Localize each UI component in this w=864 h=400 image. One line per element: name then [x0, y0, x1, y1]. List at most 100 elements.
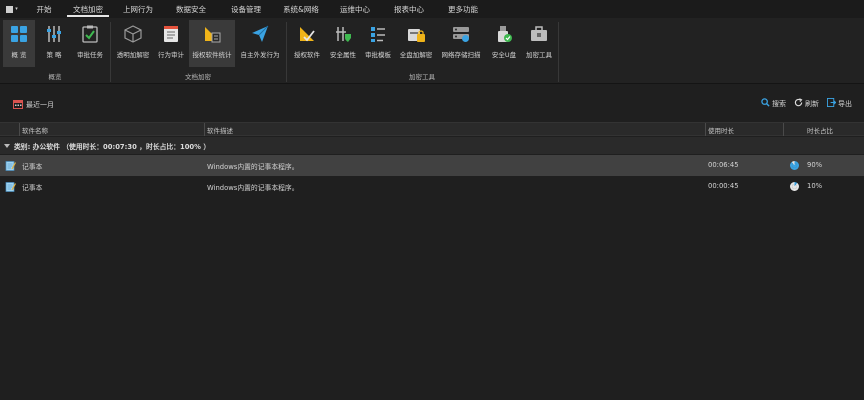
row-usage-duration: 00:06:45	[708, 161, 739, 169]
ribbon: 概 览 策 略 审批任务 概览 透明加解密 行为审计 授权软件统计 自主外发行为…	[0, 18, 864, 84]
group-label-encryption-tools: 加密工具	[409, 73, 435, 81]
approval-task-button[interactable]: 审批任务	[73, 20, 107, 67]
full-disk-crypto-button-label: 全盘加解密	[399, 51, 433, 59]
period-selector[interactable]: 最近一月	[13, 99, 54, 111]
notepad-icon	[5, 160, 17, 171]
export-icon	[827, 98, 837, 109]
security-attribute-button-label: 安全属性	[330, 51, 356, 59]
menu-bar: ▾ 开始 文档加密 上网行为 数据安全 设备管理 系统&网络 运维中心 报表中心…	[0, 0, 864, 18]
authorized-software-icon	[296, 23, 318, 45]
encryption-tool-button[interactable]: 加密工具	[522, 20, 556, 67]
overview-button[interactable]: 概 览	[3, 20, 35, 67]
column-divider	[19, 123, 20, 136]
approval-template-button-label: 审批模板	[365, 51, 391, 59]
outbound-behavior-button[interactable]: 自主外发行为	[237, 20, 283, 67]
ribbon-separator	[558, 22, 559, 82]
ratio-pie-hole	[792, 163, 797, 168]
tab-more-functions[interactable]: 更多功能	[436, 0, 490, 18]
column-header-software-name[interactable]: 软件名称	[22, 125, 48, 135]
app-menu-button[interactable]: ▾	[0, 0, 24, 18]
tab-web-behavior[interactable]: 上网行为	[112, 0, 164, 18]
period-label: 最近一月	[26, 101, 54, 109]
tab-report-center[interactable]: 报表中心	[382, 0, 436, 18]
ratio-pie-icon	[790, 182, 799, 191]
row-software-description: Windows内置的记事本程序。	[207, 184, 299, 192]
tab-data-security[interactable]: 数据安全	[164, 0, 218, 18]
policy-button-label: 策 略	[46, 51, 62, 59]
ratio-pie-hole	[792, 184, 797, 189]
row-software-description: Windows内置的记事本程序。	[207, 163, 299, 171]
chevron-down-icon: ▾	[15, 6, 18, 12]
overview-button-label: 概 览	[11, 51, 27, 59]
authorized-software-stats-button-label: 授权软件统计	[192, 51, 232, 59]
tab-system-network[interactable]: 系统&网络	[274, 0, 328, 18]
calendar-icon	[13, 99, 23, 111]
approval-template-button[interactable]: 审批模板	[361, 20, 395, 67]
transparent-crypto-cube-icon	[122, 23, 144, 45]
search-label: 搜索	[772, 99, 786, 108]
notepad-icon	[5, 181, 17, 192]
authorized-software-stats-icon	[201, 23, 223, 45]
refresh-button[interactable]: 刷新	[794, 98, 819, 109]
table-row[interactable]: 记事本 Windows内置的记事本程序。 00:06:45 90%	[0, 155, 864, 176]
full-disk-crypto-button[interactable]: 全盘加解密	[396, 20, 436, 67]
row-duration-ratio: 10%	[807, 182, 823, 190]
behavior-audit-button-label: 行为审计	[158, 51, 184, 59]
app-menu-icon	[6, 5, 14, 13]
refresh-icon	[794, 98, 803, 109]
tab-document-encryption[interactable]: 文档加密	[64, 0, 112, 18]
security-attribute-icon	[332, 23, 354, 45]
tab-start[interactable]: 开始	[24, 0, 64, 18]
secure-usb-button-label: 安全U盘	[491, 51, 517, 59]
behavior-audit-icon	[160, 23, 182, 45]
tab-device-management[interactable]: 设备管理	[218, 0, 274, 18]
column-divider	[783, 123, 784, 136]
transparent-crypto-button[interactable]: 透明加解密	[113, 20, 153, 67]
ratio-pie-icon	[790, 161, 799, 170]
export-label: 导出	[838, 99, 852, 108]
policy-sliders-icon	[43, 23, 65, 45]
column-header-software-description[interactable]: 软件描述	[207, 125, 233, 135]
column-divider	[204, 123, 205, 136]
policy-button[interactable]: 策 略	[38, 20, 70, 67]
column-header-duration-ratio[interactable]: 时长占比	[807, 125, 833, 135]
group-label-overview: 概览	[48, 73, 62, 81]
row-usage-duration: 00:00:45	[708, 182, 739, 190]
security-attribute-button[interactable]: 安全属性	[326, 20, 360, 67]
search-button[interactable]: 搜索	[761, 98, 786, 109]
category-group-label: 类别: 办公软件 （使用时长：00:07:30 ，时长占比：100% ）	[14, 142, 211, 151]
group-label-document-encryption: 文档加密	[185, 73, 211, 81]
column-divider	[705, 123, 706, 136]
outbound-behavior-button-label: 自主外发行为	[240, 51, 280, 59]
export-button[interactable]: 导出	[827, 98, 852, 109]
encryption-toolbox-icon	[528, 23, 550, 45]
collapse-triangle-icon[interactable]	[4, 143, 10, 148]
table-row[interactable]: 记事本 Windows内置的记事本程序。 00:00:45 10%	[0, 176, 864, 197]
authorized-software-button[interactable]: 授权软件	[289, 20, 325, 67]
approval-template-icon	[367, 23, 389, 45]
search-icon	[761, 98, 770, 109]
refresh-label: 刷新	[805, 99, 819, 108]
approval-task-button-label: 审批任务	[77, 51, 103, 59]
overview-grid-icon	[8, 23, 30, 45]
behavior-audit-button[interactable]: 行为审计	[154, 20, 188, 67]
network-storage-scan-button[interactable]: 网络存储扫描	[437, 20, 485, 67]
toolbar: 最近一月 搜索 刷新 导出	[0, 84, 864, 122]
full-disk-crypto-icon	[405, 23, 427, 45]
category-group-row[interactable]: 类别: 办公软件 （使用时长：00:07:30 ，时长占比：100% ）	[0, 137, 864, 154]
network-storage-scan-icon	[450, 23, 472, 45]
row-software-name: 记事本	[22, 184, 43, 192]
encryption-tool-button-label: 加密工具	[526, 51, 552, 59]
row-duration-ratio: 90%	[807, 161, 823, 169]
authorized-software-stats-button[interactable]: 授权软件统计	[189, 20, 235, 67]
transparent-crypto-button-label: 透明加解密	[116, 51, 150, 59]
send-paper-plane-icon	[249, 23, 271, 45]
secure-usb-button[interactable]: 安全U盘	[487, 20, 521, 67]
authorized-software-button-label: 授权软件	[294, 51, 320, 59]
table-header: 软件名称 软件描述 使用时长 时长占比	[0, 122, 864, 136]
network-storage-scan-button-label: 网络存储扫描	[441, 51, 481, 59]
approval-task-icon	[79, 23, 101, 45]
tab-ops-center[interactable]: 运维中心	[328, 0, 382, 18]
row-software-name: 记事本	[22, 163, 43, 171]
column-header-usage-duration[interactable]: 使用时长	[708, 125, 734, 135]
